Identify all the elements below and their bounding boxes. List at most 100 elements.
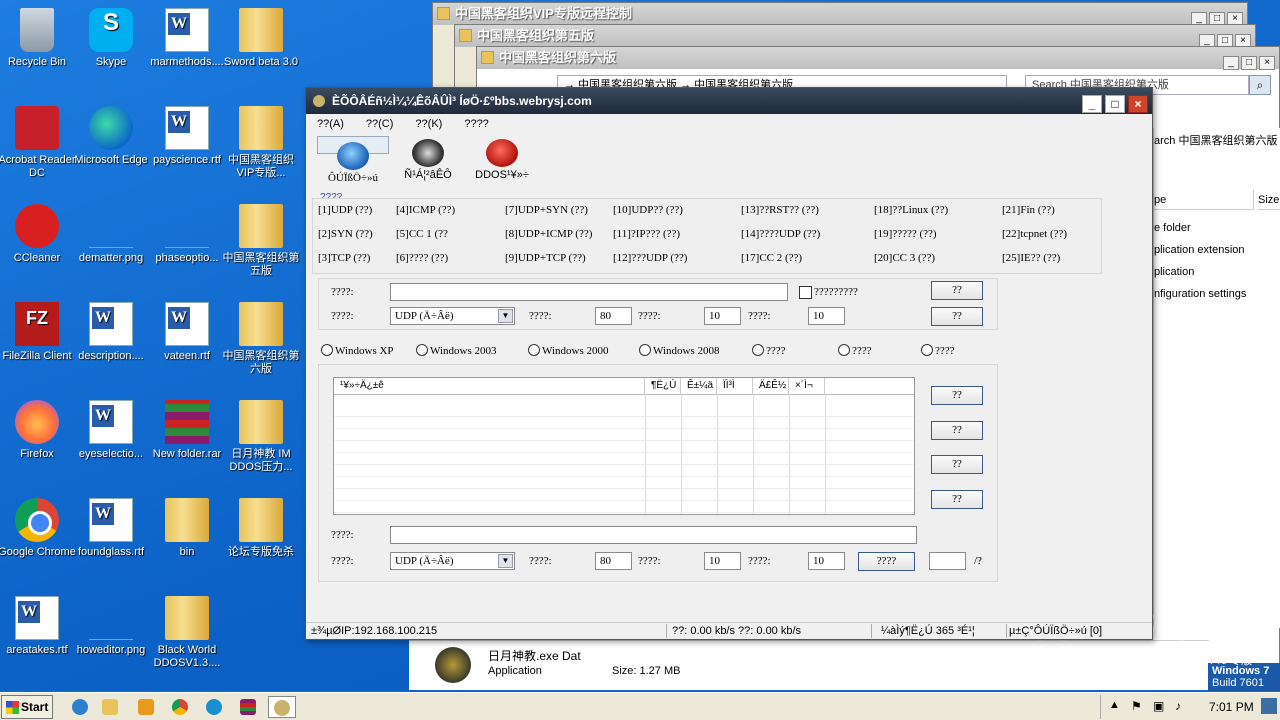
time-input[interactable]: 10 xyxy=(808,307,845,325)
os-radio-2008[interactable]: Windows 2008 xyxy=(639,344,719,357)
flag-icon[interactable]: ⚑ xyxy=(1131,699,1142,713)
window-titlebar[interactable]: 中国黑客组织第五版 _ □ × xyxy=(455,25,1255,48)
mode-select[interactable]: UDP (Ä÷Âë) ▼ xyxy=(390,307,515,325)
desktop-icon-ccleaner[interactable]: CCleaner xyxy=(0,204,76,265)
bottom-time-input[interactable]: 10 xyxy=(808,552,845,570)
maximize-button[interactable]: □ xyxy=(1105,95,1125,113)
tool-ddos-attack[interactable]: DDOS¹¥»÷ xyxy=(466,136,538,184)
desktop-icon-luntan[interactable]: 论坛专版免杀 xyxy=(222,498,300,559)
bottom-target-input[interactable] xyxy=(390,526,917,544)
minimize-button[interactable]: _ xyxy=(1223,56,1239,70)
explorer-file-list[interactable]: arch 中国黑客组织第六版 pe Size e folder plicatio… xyxy=(1153,128,1280,628)
clock[interactable]: 7:01 PM xyxy=(1209,700,1254,714)
attack-option[interactable]: [4]ICMP (??) xyxy=(396,204,455,216)
desktop-icon-eyeselection[interactable]: eyeselectio... xyxy=(72,400,150,461)
rate-input[interactable] xyxy=(929,552,966,570)
os-radio-2000[interactable]: Windows 2000 xyxy=(528,344,608,357)
attack-option[interactable]: [3]TCP (??) xyxy=(318,252,370,264)
desktop-icon-marmethods[interactable]: marmethods.... xyxy=(148,8,226,69)
bottom-port-input[interactable]: 80 xyxy=(595,552,632,570)
bottom-action-button[interactable]: ???? xyxy=(858,552,915,571)
desktop-icon-sword[interactable]: Sword beta 3.0 xyxy=(222,8,300,69)
desktop-icon-description[interactable]: description.... xyxy=(72,302,150,363)
attack-option[interactable]: [11]?IP??? (??) xyxy=(613,228,680,240)
attack-option[interactable]: [19]????? (??) xyxy=(874,228,937,240)
column-header-mode[interactable]: Ä£Ê½ xyxy=(753,378,789,395)
list-item[interactable]: e folder xyxy=(1154,222,1191,234)
desktop-icon-howeditor[interactable]: howeditor.png xyxy=(72,596,150,657)
maximize-button[interactable]: □ xyxy=(1241,56,1257,70)
column-header-thread[interactable]: ÏÌ³Ì xyxy=(717,378,753,395)
taskbar-explorer[interactable] xyxy=(98,696,122,718)
attack-option[interactable]: [17]CC 2 (??) xyxy=(741,252,802,264)
desktop-icon-chrome[interactable]: Google Chrome xyxy=(0,498,76,559)
minimize-button[interactable]: _ xyxy=(1082,95,1102,113)
desktop-icon-fifth[interactable]: 中国黑客组织第五版 xyxy=(222,204,300,278)
attack-option[interactable]: [12]???UDP (??) xyxy=(613,252,687,264)
ddos-tool-window[interactable]: ÈÕÔÂÉñ½Ì¼¼ÊõÂÛÌ³ ÍøÖ·£ºbbs.webrysj.com _… xyxy=(305,87,1153,640)
desktop-icon-riyue[interactable]: 日月神教 IM DDOS压力... xyxy=(222,400,300,474)
attack-option[interactable]: [7]UDP+SYN (??) xyxy=(505,204,588,216)
attack-option[interactable]: [25]IE?? (??) xyxy=(1002,252,1060,264)
side-button-1[interactable]: ?? xyxy=(931,386,983,405)
desktop-icon-sixth[interactable]: 中国黑客组织第六版 xyxy=(222,302,300,376)
side-button-4[interactable]: ?? xyxy=(931,490,983,509)
menu-item-k[interactable]: ??(K) xyxy=(404,115,453,130)
tool-online-hosts[interactable]: ÔÚÏßÖ÷»ú xyxy=(317,136,389,184)
desktop-icon-payscience[interactable]: payscience.rtf xyxy=(148,106,226,167)
desktop-icon-filezilla[interactable]: FileZilla Client xyxy=(0,302,76,363)
taskbar-ddos-tool[interactable] xyxy=(268,696,296,718)
taskbar-edge[interactable] xyxy=(202,696,226,718)
side-button-2[interactable]: ?? xyxy=(931,421,983,440)
attack-option[interactable]: [9]UDP+TCP (??) xyxy=(505,252,586,264)
target-input[interactable] xyxy=(390,283,788,301)
attack-option[interactable]: [21]Fin (??) xyxy=(1002,204,1055,216)
attack-option[interactable]: [10]UDP?? (??) xyxy=(613,204,683,216)
column-header-size[interactable]: Size xyxy=(1258,190,1280,210)
list-item[interactable]: plication extension xyxy=(1154,244,1245,256)
port-input[interactable]: 80 xyxy=(595,307,632,325)
close-button[interactable]: × xyxy=(1128,95,1148,113)
top-start-button[interactable]: ?? xyxy=(931,281,983,300)
chevron-down-icon[interactable]: ▼ xyxy=(498,554,513,568)
window-titlebar[interactable]: 中国黑客组织VIP专版远程控制 _ □ × xyxy=(433,3,1247,26)
taskbar-chrome[interactable] xyxy=(168,696,192,718)
tool-stress-test[interactable]: Ñ¹Á¦²âÊÔ xyxy=(392,136,464,184)
top-stop-button[interactable]: ?? xyxy=(931,307,983,326)
column-header-port[interactable]: ¶Ë¿Ú xyxy=(645,378,681,395)
desktop-icon-firefox[interactable]: Firefox xyxy=(0,400,76,461)
os-radio-2003[interactable]: Windows 2003 xyxy=(416,344,496,357)
desktop-icon-vateen[interactable]: vateen.rtf xyxy=(148,302,226,363)
attack-option[interactable]: [8]UDP+ICMP (??) xyxy=(505,228,592,240)
volume-icon[interactable]: ♪ xyxy=(1175,699,1181,713)
desktop-icon-areatakes[interactable]: areatakes.rtf xyxy=(0,596,76,657)
desktop-icon-blackworld[interactable]: Black World DDOSV1.3.... xyxy=(148,596,226,670)
column-header-type[interactable]: pe xyxy=(1154,190,1254,210)
chevron-down-icon[interactable]: ▼ xyxy=(498,309,513,323)
menu-item-a[interactable]: ??(A) xyxy=(306,115,355,130)
os-radio-xp[interactable]: Windows XP xyxy=(321,344,394,357)
window-titlebar[interactable]: ÈÕÔÂÉñ½Ì¼¼ÊõÂÛÌ³ ÍøÖ·£ºbbs.webrysj.com _… xyxy=(306,88,1152,114)
attack-option[interactable]: [1]UDP (??) xyxy=(318,204,372,216)
attack-option[interactable]: [20]CC 3 (??) xyxy=(874,252,935,264)
os-radio-other-2[interactable]: ???? xyxy=(838,344,872,357)
taskbar-winrar[interactable] xyxy=(236,696,260,718)
attack-option[interactable]: [22]tcpnet (??) xyxy=(1002,228,1067,240)
os-radio-other-1[interactable]: ???? xyxy=(752,344,786,357)
attack-option[interactable]: [5]CC 1 (?? xyxy=(396,228,448,240)
desktop-icon-vip[interactable]: 中国黑客组织VIP专版... xyxy=(222,106,300,180)
desktop-icon-skype[interactable]: Skype xyxy=(72,8,150,69)
desktop-icon-foundglass[interactable]: foundglass.rtf xyxy=(72,498,150,559)
option-checkbox[interactable] xyxy=(799,286,812,299)
close-button[interactable]: × xyxy=(1259,56,1275,70)
window-titlebar[interactable]: 中国黑客组织第六版 _ □ × xyxy=(477,47,1279,70)
attack-option[interactable]: [13]??RST?? (??) xyxy=(741,204,819,216)
desktop-icon-dematter[interactable]: dematter.png xyxy=(72,204,150,265)
desktop-icon-phaseoption[interactable]: phaseoptio... xyxy=(148,204,226,265)
attack-option[interactable]: [14]????UDP (??) xyxy=(741,228,820,240)
show-desktop-button[interactable] xyxy=(1261,698,1277,714)
network-icon[interactable]: ▣ xyxy=(1153,699,1164,713)
os-radio-other-3[interactable]: ???? xyxy=(921,344,955,357)
thread-input[interactable]: 10 xyxy=(704,307,741,325)
menu-item-help[interactable]: ???? xyxy=(453,115,499,130)
